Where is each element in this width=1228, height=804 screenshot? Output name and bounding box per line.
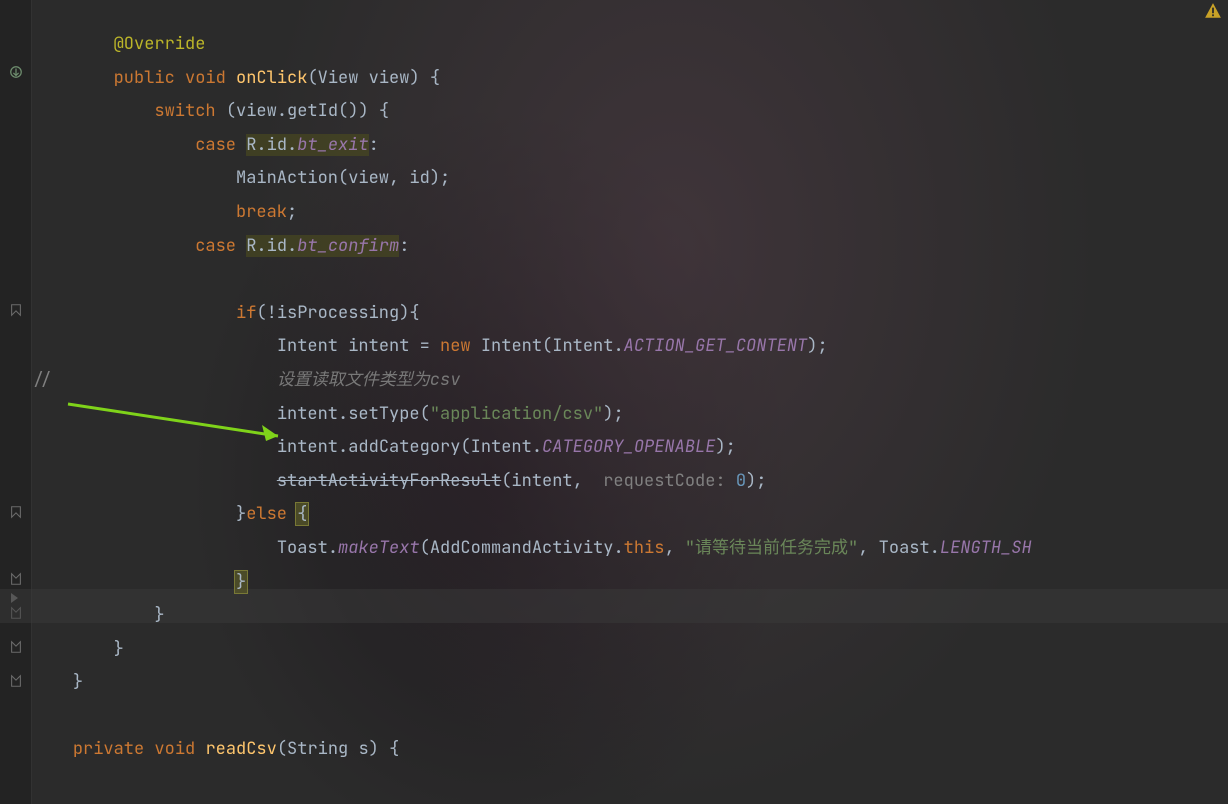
fold-end-icon[interactable] xyxy=(9,674,23,688)
fold-end-icon[interactable] xyxy=(9,572,23,586)
fold-icon[interactable] xyxy=(9,303,23,317)
fold-end-icon[interactable] xyxy=(9,640,23,654)
editor-gutter[interactable] xyxy=(0,0,32,804)
annotation-override: @Override xyxy=(114,33,206,55)
override-gutter-icon[interactable] xyxy=(9,65,23,79)
fold-icon[interactable] xyxy=(9,505,23,519)
code-content[interactable]: @Override public void onClick(View view)… xyxy=(32,28,1228,767)
code-editor[interactable]: @Override public void onClick(View view)… xyxy=(32,0,1228,767)
